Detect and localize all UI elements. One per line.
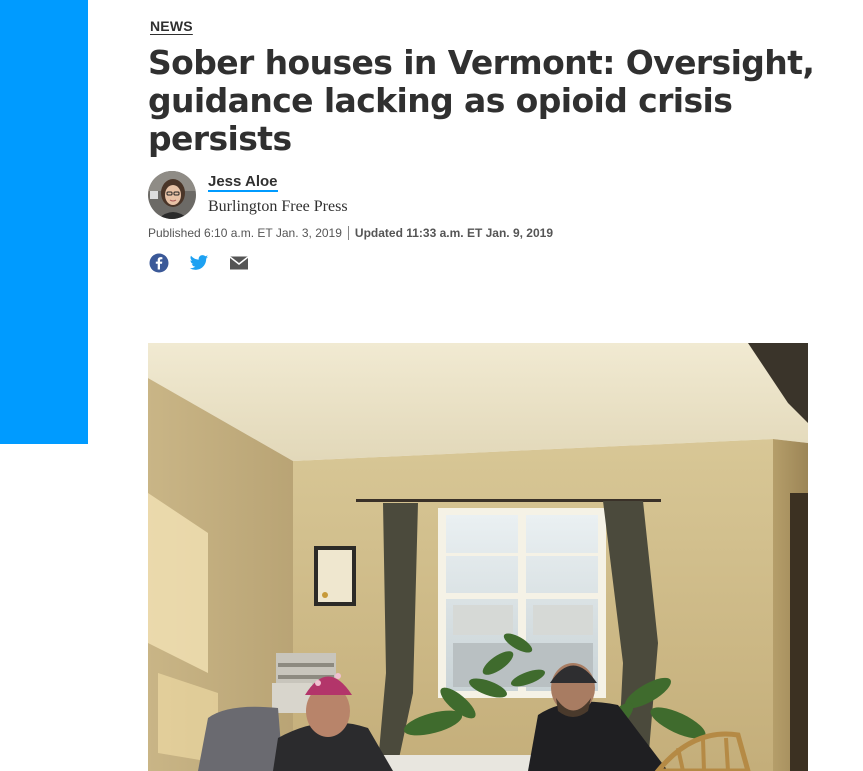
share-bar — [148, 253, 268, 275]
author-name-link[interactable]: Jess Aloe — [208, 173, 278, 192]
author-avatar[interactable] — [148, 171, 196, 219]
twitter-share-button[interactable] — [189, 253, 211, 275]
photo-icon — [148, 343, 808, 771]
dateline: Published 6:10 a.m. ET Jan. 3, 2019 Updat… — [148, 226, 553, 240]
updated-timestamp: Updated 11:33 a.m. ET Jan. 9, 2019 — [354, 226, 553, 240]
section-label[interactable]: NEWS — [150, 18, 193, 34]
hero-photo[interactable] — [148, 343, 808, 771]
side-accent-bar — [0, 0, 88, 444]
email-share-button[interactable] — [229, 253, 251, 275]
twitter-icon — [189, 255, 209, 270]
published-timestamp: Published 6:10 a.m. ET Jan. 3, 2019 — [148, 226, 342, 240]
byline: Jess Aloe Burlington Free Press — [148, 171, 648, 221]
headline: Sober houses in Vermont: Oversight, guid… — [148, 43, 815, 158]
publication-name: Burlington Free Press — [208, 198, 348, 215]
facebook-icon — [149, 253, 169, 273]
email-icon — [229, 256, 249, 270]
dateline-divider — [347, 226, 349, 240]
facebook-share-button[interactable] — [149, 253, 171, 275]
